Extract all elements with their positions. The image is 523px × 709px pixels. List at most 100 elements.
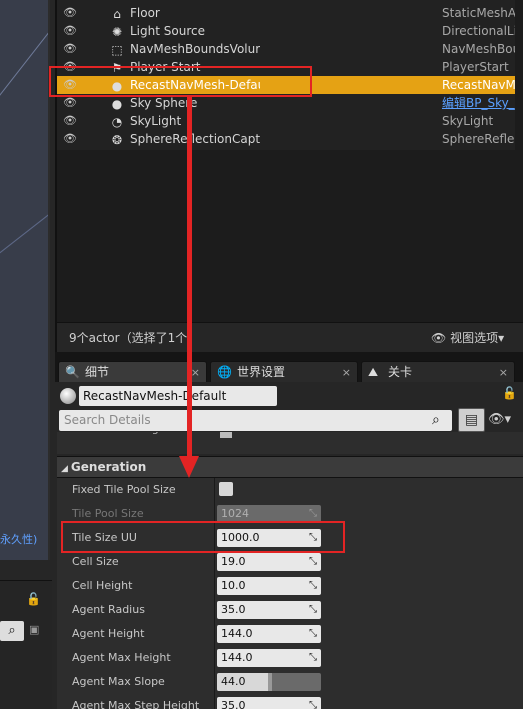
property-matrix-button[interactable]: ▤ — [458, 408, 485, 432]
viewport-level-label: 永久性) — [0, 533, 38, 546]
tab-details[interactable]: 🔍 细节 × — [58, 361, 207, 383]
visibility-filter-button[interactable]: 👁▾ — [488, 412, 511, 427]
column-divider[interactable] — [214, 478, 215, 502]
number-field[interactable]: 19.0 ⤡ — [217, 553, 321, 571]
slider-value: 44.0 — [221, 675, 246, 688]
column-divider[interactable] — [214, 694, 215, 709]
column-divider[interactable] — [214, 550, 215, 574]
search-icon: ⌕ — [432, 412, 440, 428]
static-mesh-icon: ⌂ — [113, 7, 121, 21]
column-divider[interactable] — [214, 622, 215, 646]
annotation-arrow — [187, 97, 192, 469]
save-icon[interactable]: ▣ — [29, 623, 39, 636]
number-field[interactable]: 35.0 ⤡ — [217, 601, 321, 619]
lock-icon[interactable]: 🔓 — [26, 592, 41, 606]
drag-handle-icon[interactable]: ⤡ — [309, 553, 317, 571]
reflection-icon: ❂ — [111, 133, 123, 147]
slider-handle[interactable] — [268, 673, 272, 691]
actor-type: SkyLight — [442, 114, 494, 128]
drag-handle-icon[interactable]: ⤡ — [309, 625, 317, 643]
outliner-row[interactable]: 👁 ◔ SkyLight SkyLight — [57, 112, 523, 130]
category-header-generation[interactable]: ◢ Generation — [57, 456, 523, 478]
actor-name-field[interactable]: RecastNavMesh-Default — [79, 386, 277, 406]
outliner-row[interactable]: 👁 ❂ SphereReflectionCapture SphereReflect — [57, 130, 523, 148]
property-row: Agent Max Step Height 35.0 ⤡ — [57, 694, 523, 709]
actor-label: Floor — [130, 6, 160, 20]
property-name: Agent Max Slope — [72, 675, 165, 688]
property-name: Cell Height — [72, 579, 133, 592]
drag-handle-icon[interactable]: ⤡ — [309, 601, 317, 619]
eye-icon[interactable]: 👁 — [63, 4, 77, 22]
close-icon[interactable]: × — [191, 362, 200, 383]
tab-world-settings[interactable]: 🌐 世界设置 × — [210, 361, 358, 383]
eye-icon[interactable]: 👁 — [63, 22, 77, 40]
actor-type: NavMeshBoun — [442, 42, 522, 56]
annotation-arrow-head — [179, 456, 199, 478]
level-icon: ⛰ — [368, 365, 379, 379]
number-value: 19.0 — [221, 555, 246, 568]
outliner-row[interactable]: 👁 ⌂ Floor StaticMeshAc — [57, 4, 523, 22]
actor-type[interactable]: 编辑BP_Sky_ — [442, 94, 522, 112]
sphere-icon: ● — [111, 97, 123, 111]
actor-label: SphereReflectionCapture — [130, 132, 260, 146]
property-row: Cell Height 10.0 ⤡ — [57, 574, 523, 598]
chevron-down-icon: ▾ — [498, 331, 505, 345]
outliner-scrollbar[interactable] — [515, 0, 523, 322]
property-row: Agent Radius 35.0 ⤡ — [57, 598, 523, 622]
view-options-button[interactable]: 👁 视图选项▾ — [431, 329, 504, 346]
light-icon: ✺ — [111, 25, 123, 39]
actor-label: SkyLight — [130, 114, 182, 128]
property-row: Agent Max Height 144.0 ⤡ — [57, 646, 523, 670]
tab-world-settings-label: 世界设置 — [237, 365, 286, 379]
actor-thumbnail-icon — [60, 388, 76, 404]
number-value: 35.0 — [221, 699, 246, 709]
checkbox[interactable] — [219, 482, 233, 496]
property-name: Tile Pool Size — [72, 507, 144, 520]
viewport-scene[interactable] — [0, 0, 50, 560]
skylight-icon: ◔ — [111, 115, 123, 129]
info-icon: 🔍 — [65, 365, 80, 379]
tab-levels[interactable]: ⛰ 关卡 × — [361, 361, 515, 383]
number-value: 10.0 — [221, 579, 246, 592]
column-divider[interactable] — [214, 574, 215, 598]
category-label: Generation — [70, 460, 147, 474]
eye-icon[interactable]: 👁 — [63, 112, 77, 130]
actor-label: Light Source — [130, 24, 205, 38]
search-details-input[interactable]: Search Details — [59, 410, 452, 431]
number-field[interactable]: 10.0 ⤡ — [217, 577, 321, 595]
number-value: 35.0 — [221, 603, 246, 616]
property-row: Agent Max Slope 44.0 — [57, 670, 523, 694]
actor-type: SphereReflect — [442, 132, 522, 146]
close-icon[interactable]: × — [342, 362, 351, 383]
actor-type: RecastNavMe — [442, 78, 522, 92]
eye-icon[interactable]: 👁 — [63, 40, 77, 58]
tab-details-label: 细节 — [85, 365, 110, 379]
column-divider[interactable] — [214, 646, 215, 670]
annotation-highlight-box — [49, 66, 312, 97]
drag-handle-icon[interactable]: ⤡ — [309, 577, 317, 595]
number-field[interactable]: 144.0 ⤡ — [217, 649, 321, 667]
tab-levels-label: 关卡 — [388, 365, 413, 379]
property-row: Cell Size 19.0 ⤡ — [57, 550, 523, 574]
column-divider[interactable] — [214, 670, 215, 694]
drag-handle-icon[interactable]: ⤡ — [309, 649, 317, 667]
number-field[interactable]: 35.0 ⤡ — [217, 697, 321, 709]
lock-icon[interactable]: 🔓 — [502, 386, 517, 400]
eye-icon[interactable]: 👁 — [63, 130, 77, 148]
property-row: Agent Height 144.0 ⤡ — [57, 622, 523, 646]
drag-handle-icon[interactable]: ⤡ — [309, 697, 317, 709]
actor-type: DirectionalLig — [442, 24, 522, 38]
slider-field[interactable]: 44.0 — [217, 673, 321, 691]
close-icon[interactable]: × — [499, 362, 508, 383]
outliner-row[interactable]: 👁 ⬚ NavMeshBoundsVolume NavMeshBoun — [57, 40, 523, 58]
actor-type: StaticMeshAc — [442, 6, 522, 20]
outliner-row[interactable]: 👁 ✺ Light Source DirectionalLig — [57, 22, 523, 40]
property-row — [57, 432, 523, 454]
checkbox[interactable] — [220, 432, 232, 438]
number-field[interactable]: 144.0 ⤡ — [217, 625, 321, 643]
property-name: Agent Max Height — [72, 651, 171, 664]
column-divider[interactable] — [214, 598, 215, 622]
search-icon[interactable]: ⌕ — [0, 621, 24, 641]
actor-label: NavMeshBoundsVolume — [130, 42, 260, 56]
collapse-arrow-icon: ◢ — [61, 464, 68, 474]
